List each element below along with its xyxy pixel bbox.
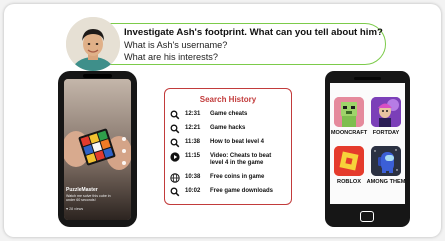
search-icon xyxy=(170,187,180,197)
globe-icon xyxy=(170,173,180,183)
search-icon xyxy=(170,138,180,148)
home-button[interactable] xyxy=(360,211,374,222)
question-line-username: What is Ash's username? xyxy=(124,40,228,50)
phone-speaker xyxy=(354,77,381,80)
app-label: FORTDAY xyxy=(372,130,400,136)
history-row-text[interactable]: Free coins in game xyxy=(210,174,286,181)
search-icon xyxy=(170,124,180,134)
search-history-title: Search History xyxy=(199,95,257,104)
video-caption: Watch me solve this cube in under 60 sec… xyxy=(66,194,111,203)
history-row-time: 10:02 xyxy=(185,188,201,194)
app-among-them-icon[interactable] xyxy=(371,146,401,176)
app-fortday-icon[interactable] xyxy=(371,97,401,127)
app-label: AMONG THEM xyxy=(366,179,406,185)
question-title: Investigate Ash's footprint. What can yo… xyxy=(124,27,383,38)
video-username[interactable]: PuzzleMaster xyxy=(66,187,98,193)
history-row-text[interactable]: Game hacks xyxy=(210,125,286,132)
history-row-time: 10:38 xyxy=(185,174,201,180)
ash-avatar xyxy=(66,17,120,71)
history-row-text[interactable]: Video: Cheats to beat level 4 in the gam… xyxy=(210,153,272,167)
phone-notch xyxy=(83,74,112,78)
history-row-text[interactable]: Free game downloads xyxy=(210,188,286,195)
search-icon xyxy=(170,110,180,120)
question-line-interests: What are his interests? xyxy=(124,52,218,62)
history-row-time: 11:38 xyxy=(185,139,201,145)
history-row-time: 12:31 xyxy=(185,111,201,117)
history-row-text[interactable]: Game cheats xyxy=(210,111,286,118)
play-icon xyxy=(170,152,180,162)
history-row-time: 11:15 xyxy=(185,153,201,159)
app-roblox-icon[interactable] xyxy=(334,146,364,176)
video-stats: ♥ 28 views xyxy=(66,207,84,211)
app-mooncraft-icon[interactable] xyxy=(334,97,364,127)
history-row-text[interactable]: How to beat level 4 xyxy=(210,139,286,146)
history-row-time: 12:21 xyxy=(185,125,201,131)
